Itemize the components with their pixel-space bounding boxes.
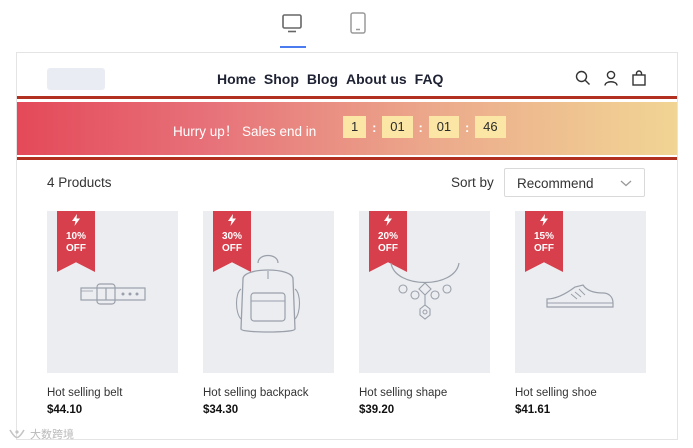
site-header: Home Shop Blog About us FAQ — [17, 53, 677, 99]
countdown-timer: 1 : 01 : 01 : 46 — [343, 116, 506, 138]
nav-faq[interactable]: FAQ — [415, 71, 444, 87]
sale-countdown-banner[interactable]: Hurry up！ Sales end in 1 : 01 : 01 : 46 — [17, 102, 677, 155]
discount-percent: 20% — [377, 231, 398, 242]
product-price: $41.61 — [515, 404, 551, 416]
discount-percent: 10% — [65, 231, 86, 242]
countdown-hours: 01 — [382, 116, 413, 138]
nav-home[interactable]: Home — [217, 71, 256, 87]
product-count: 4 Products — [47, 175, 112, 190]
discount-off: OFF — [66, 243, 86, 254]
device-toggle-bar — [0, 0, 693, 52]
product-name[interactable]: Hot selling shoe — [515, 387, 646, 399]
countdown-minutes: 01 — [428, 116, 460, 138]
sort-label: Sort by — [451, 175, 494, 190]
user-icon[interactable] — [603, 70, 619, 86]
desktop-view-button[interactable] — [279, 8, 305, 38]
product-card[interactable]: 15% OFF Hot selling shoe $41.61 — [515, 211, 646, 416]
countdown-separator: : — [372, 119, 377, 135]
countdown-separator: : — [418, 119, 423, 135]
nav-about-us[interactable]: About us — [346, 71, 407, 87]
watermark: 大数跨境 — [8, 426, 74, 442]
sort-dropdown[interactable]: Recommend — [504, 168, 645, 197]
bag-icon[interactable] — [631, 70, 647, 86]
discount-ribbon: 10% OFF — [57, 211, 95, 272]
product-price: $34.30 — [203, 404, 239, 416]
product-name[interactable]: Hot selling belt — [47, 387, 178, 399]
selected-device-indicator — [280, 46, 306, 48]
belt-icon — [80, 283, 146, 305]
nav-shop[interactable]: Shop — [264, 71, 299, 87]
watermark-logo-icon — [9, 429, 25, 439]
lightning-icon — [540, 214, 548, 226]
lightning-icon — [228, 214, 236, 226]
tablet-icon — [350, 12, 366, 34]
product-image[interactable]: 30% OFF — [203, 211, 334, 373]
countdown-seconds: 46 — [475, 116, 506, 138]
lightning-icon — [72, 214, 80, 226]
discount-off: OFF — [378, 243, 398, 254]
discount-ribbon: 15% OFF — [525, 211, 563, 272]
product-image[interactable]: 20% OFF — [359, 211, 490, 373]
shoe-icon — [546, 284, 614, 308]
product-image[interactable]: 10% OFF — [47, 211, 178, 373]
watermark-text: 大数跨境 — [30, 429, 74, 441]
backpack-icon — [235, 254, 301, 333]
store-preview: Home Shop Blog About us FAQ Hurry up！ Sa… — [16, 52, 678, 440]
product-card[interactable]: 10% OFF Hot selling belt $44.10 — [47, 211, 178, 416]
product-card[interactable]: 20% OFF Hot selling shape $39.20 — [359, 211, 490, 416]
product-price: $39.20 — [359, 404, 395, 416]
necklace-icon — [390, 262, 460, 320]
main-nav: Home Shop Blog About us FAQ — [217, 71, 443, 87]
lightning-icon — [384, 214, 392, 226]
discount-percent: 15% — [533, 231, 554, 242]
tablet-view-button[interactable] — [345, 8, 371, 38]
discount-off: OFF — [534, 243, 554, 254]
banner-text: Hurry up！ Sales end in — [173, 124, 317, 139]
listing-toolbar: 4 Products Sort by Recommend — [17, 168, 677, 198]
product-card[interactable]: 30% OFF Hot selling backpack $34.30 — [203, 211, 334, 416]
discount-percent: 30% — [221, 231, 242, 242]
chevron-down-icon — [620, 180, 632, 187]
countdown-separator: : — [465, 119, 470, 135]
product-name[interactable]: Hot selling backpack — [203, 387, 334, 399]
desktop-icon — [282, 14, 302, 33]
countdown-days: 1 — [343, 116, 367, 138]
sort-value: Recommend — [517, 176, 594, 191]
search-icon[interactable] — [575, 70, 591, 86]
product-price: $44.10 — [47, 404, 83, 416]
product-name[interactable]: Hot selling shape — [359, 387, 490, 399]
product-image[interactable]: 15% OFF — [515, 211, 646, 373]
header-icons — [575, 70, 647, 86]
nav-blog[interactable]: Blog — [307, 71, 338, 87]
store-logo[interactable] — [47, 68, 105, 90]
